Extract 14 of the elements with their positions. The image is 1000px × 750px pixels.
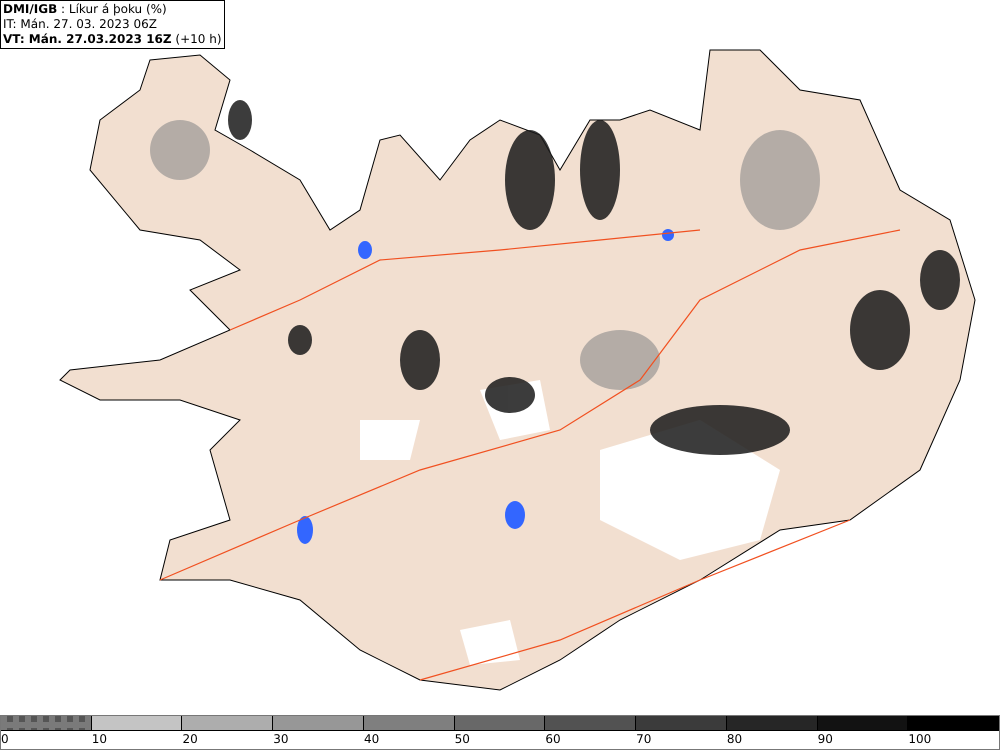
legend-label: 50	[454, 731, 470, 748]
legend-label: 30	[273, 731, 288, 748]
legend-label: 60	[545, 731, 561, 748]
legend-label: 20	[182, 731, 198, 748]
legend-label: 10	[92, 731, 108, 748]
legend-label: 100	[908, 731, 932, 748]
header-text: DMI/IGB : Líkur á þoku (%)	[3, 2, 168, 17]
legend-label: 40	[364, 731, 380, 748]
legend-label: 80	[726, 731, 742, 748]
legend-label: 0	[1, 731, 9, 748]
legend-label: 90	[818, 731, 833, 748]
header-text: IT: Mán. 27. 03. 2023 06Z	[3, 17, 158, 32]
legend-label: 70	[636, 731, 652, 748]
header-text: VT: Mán. 27.03.2023 16Z (+10 h)	[3, 32, 222, 47]
